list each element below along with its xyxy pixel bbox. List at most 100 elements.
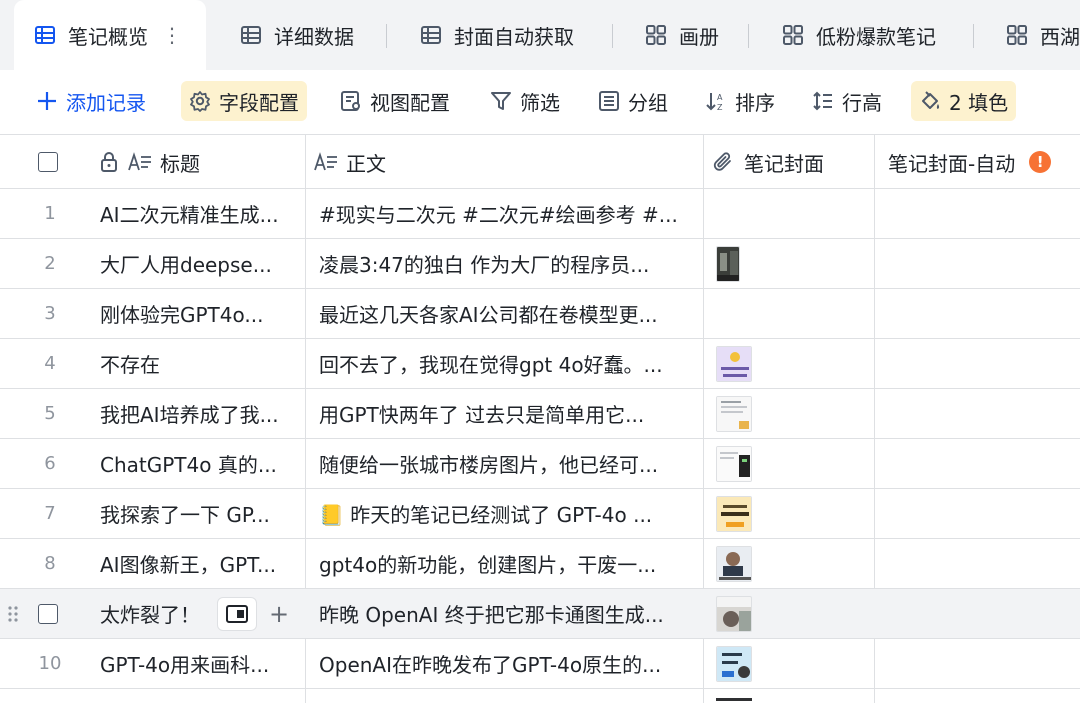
view-toolbar: 添加记录 字段配置 视图配置 筛选 分组 AZ 排序 行高 2 填色 [0,70,1080,134]
cell-body[interactable]: 昨晚 OpenAI 终于把它那卡通图生成... [319,589,699,638]
cover-thumbnail[interactable] [716,545,752,582]
cover-thumbnail[interactable] [716,445,752,482]
cell-cover[interactable] [716,389,866,438]
cell-cover-auto[interactable] [888,589,1078,638]
table-row[interactable]: 3 刚体验完GPT4o... 最近这几天各家AI公司都在卷模型更... [0,289,1080,339]
tab-low-fan-hits[interactable]: 低粉爆款笔记 [782,0,936,70]
cell-title[interactable]: 刚体验完GPT4o... [100,289,297,338]
table-row[interactable]: 4 不存在 回不去了，我现在觉得gpt 4o好蠢。... [0,339,1080,389]
cell-body[interactable]: 最近这几天各家AI公司都在卷模型更... [319,289,699,338]
group-button[interactable]: 分组 [598,81,668,121]
cell-cover-auto[interactable] [888,289,1078,338]
gallery-icon [782,24,804,46]
table-row[interactable]: 6 ChatGPT4o 真的... 随便给一张城市楼房图片，他已经可... [0,439,1080,489]
cell-cover-auto[interactable] [888,489,1078,538]
cell-title[interactable]: 太炸裂了！ [100,589,210,638]
cell-cover[interactable] [716,489,866,538]
select-all-checkbox[interactable] [38,135,58,189]
filter-label: 筛选 [520,90,560,115]
table-row[interactable] [0,689,1080,703]
row-number: 10 [38,653,62,674]
cell-body[interactable]: #现实与二次元 #二次元#绘画参考 #... [319,189,699,238]
drag-handle-icon[interactable] [6,589,26,638]
cover-thumbnail[interactable] [716,645,752,682]
cell-cover-auto[interactable] [888,239,1078,288]
cell-body[interactable]: 用GPT快两年了 过去只是简单用它... [319,389,699,438]
row-checkbox[interactable] [38,589,62,638]
cell-body[interactable]: 凌晨3:47的独白 作为大厂的程序员... [319,239,699,288]
cell-cover-auto[interactable] [888,639,1078,688]
cell-cover-auto[interactable] [888,339,1078,388]
cell-cover[interactable] [716,289,866,338]
cell-title[interactable]: ChatGPT4o 真的... [100,439,297,488]
cell-title[interactable]: 不存在 [100,339,297,388]
column-header-cover-auto[interactable]: 笔记封面-自动 ! [888,135,1080,189]
more-vertical-icon[interactable]: ⋮ [162,23,182,47]
expand-record-button[interactable] [217,596,257,631]
table-row[interactable]: 太炸裂了！ + 昨晚 OpenAI 终于把它那卡通图生成... [0,589,1080,639]
tab-xihu[interactable]: 西湖 [1006,0,1080,70]
filter-icon [490,90,512,112]
cell-cover-auto[interactable] [888,539,1078,588]
tab-gallery[interactable]: 画册 [645,0,719,70]
cell-cover[interactable] [716,439,866,488]
cell-title[interactable]: 我探索了一下 GP... [100,489,297,538]
cell-body[interactable]: OpenAI在昨晚发布了GPT-4o原生的... [319,639,699,688]
field-config-button[interactable]: 字段配置 [181,81,307,121]
cell-title[interactable]: 大厂人用deepse... [100,239,297,288]
cell-cover[interactable] [716,689,756,703]
filter-button[interactable]: 筛选 [490,81,560,121]
cell-title[interactable]: AI图像新王，GPT... [100,539,297,588]
checkbox[interactable] [38,152,58,172]
cell-cover-auto[interactable] [888,389,1078,438]
table-row[interactable]: 7 我探索了一下 GP... 📒 昨天的笔记已经测试了 GPT-4o ... [0,489,1080,539]
row-number: 6 [44,453,56,474]
cell-title[interactable]: 我把AI培养成了我... [100,389,297,438]
row-height-button[interactable]: 行高 [812,81,882,121]
cell-title[interactable]: AI二次元精准生成... [100,189,297,238]
table-row[interactable]: 8 AI图像新王，GPT... gpt4o的新功能，创建图片，干废一... [0,539,1080,589]
cover-thumbnail[interactable] [716,395,752,432]
table-row[interactable]: 10 GPT-4o用来画科... OpenAI在昨晚发布了GPT-4o原生的..… [0,639,1080,689]
add-record-button[interactable]: 添加记录 [36,81,146,121]
add-row-button[interactable]: + [269,600,289,628]
column-cover-label: 笔记封面 [744,151,824,176]
cell-cover[interactable] [716,539,866,588]
cell-title[interactable]: GPT-4o用来画科... [100,639,297,688]
view-config-button[interactable]: 视图配置 [340,81,450,121]
cell-cover[interactable] [716,339,866,388]
table-row[interactable]: 2 大厂人用deepse... 凌晨3:47的独白 作为大厂的程序员... [0,239,1080,289]
tab-label: 画册 [679,24,719,49]
cell-body[interactable]: 随便给一张城市楼房图片，他已经可... [319,439,699,488]
gear-icon [189,90,211,112]
cell-body[interactable]: gpt4o的新功能，创建图片，干废一... [319,539,699,588]
gallery-icon [1006,24,1028,46]
tab-notes-overview[interactable]: 笔记概览 ⋮ [14,0,206,70]
sort-button[interactable]: AZ 排序 [705,81,775,121]
cell-body[interactable]: 回不去了，我现在觉得gpt 4o好蠢。... [319,339,699,388]
cover-thumbnail[interactable] [716,245,740,282]
fill-color-label: 2 填色 [949,90,1009,115]
cell-cover[interactable] [716,189,866,238]
cell-body[interactable]: 📒 昨天的笔记已经测试了 GPT-4o ... [319,489,699,538]
warning-icon[interactable]: ! [1029,151,1052,173]
column-header-title[interactable]: 标题 [100,135,305,189]
table-row[interactable]: 5 我把AI培养成了我... 用GPT快两年了 过去只是简单用它... [0,389,1080,439]
cell-cover-auto[interactable] [888,189,1078,238]
column-title-label: 标题 [160,151,200,176]
table-row[interactable]: 1 AI二次元精准生成... #现实与二次元 #二次元#绘画参考 #... [0,189,1080,239]
cover-thumbnail[interactable] [716,495,752,532]
checkbox[interactable] [38,603,58,624]
tab-detailed-data[interactable]: 详细数据 [240,0,354,70]
cell-cover[interactable] [716,639,866,688]
cover-thumbnail[interactable] [716,698,752,701]
fill-color-button[interactable]: 2 填色 [911,81,1017,121]
cell-cover[interactable] [716,239,866,288]
cell-cover-auto[interactable] [888,439,1078,488]
cover-thumbnail[interactable] [716,345,752,382]
cell-cover[interactable] [716,589,866,638]
column-header-body[interactable]: 正文 [314,135,702,189]
cover-thumbnail[interactable] [716,595,752,632]
tab-cover-auto-fetch[interactable]: 封面自动获取 [420,0,574,70]
column-header-cover[interactable]: 笔记封面 [712,135,872,189]
